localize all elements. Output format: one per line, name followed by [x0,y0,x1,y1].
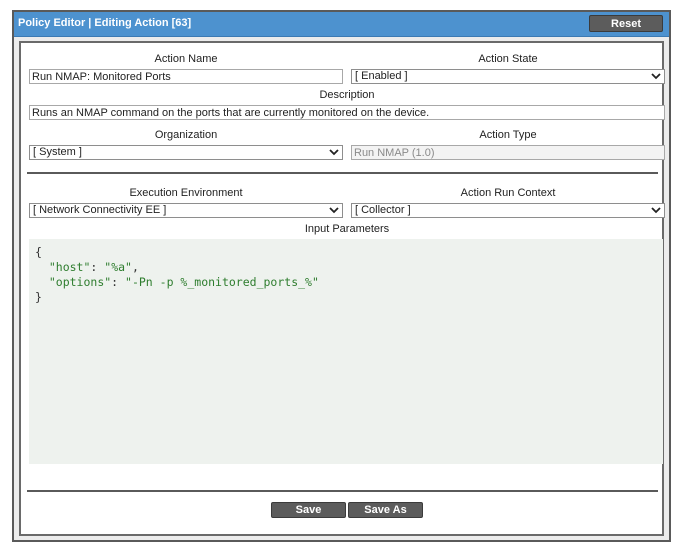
input-parameters-label: Input Parameters [304,223,390,235]
action-state-label: Action State [478,53,538,65]
code-value: "%a" [104,260,132,274]
chevron-down-icon [329,207,339,214]
action-run-context-select[interactable]: [ Collector ] [351,203,665,218]
section-divider [27,172,658,174]
footer-divider [27,490,658,492]
action-state-value: [ Enabled ] [355,70,408,82]
save-button[interactable]: Save [271,502,346,518]
code-separator: : [90,260,105,274]
code-value: "-Pn -p %_monitored_ports_%" [125,275,319,289]
execution-environment-select[interactable]: [ Network Connectivity EE ] [29,203,343,218]
action-run-context-label: Action Run Context [460,187,556,199]
policy-editor-window: Policy Editor | Editing Action [63] Rese… [12,10,671,542]
reset-button[interactable]: Reset [589,15,663,32]
action-name-label: Action Name [154,53,218,65]
action-state-select[interactable]: [ Enabled ] [351,69,665,84]
code-open-brace: { [35,245,42,259]
organization-select[interactable]: [ System ] [29,145,343,160]
description-input[interactable] [29,105,665,120]
code-comma: , [131,260,139,274]
action-type-field [351,145,665,160]
action-type-label: Action Type [479,129,537,141]
code-key: "host" [48,260,91,274]
code-key: "options" [48,275,112,289]
execution-environment-label: Execution Environment [129,187,243,199]
window-title: Policy Editor | Editing Action [63] [18,17,192,29]
code-close-brace: } [35,290,42,304]
form-panel: Action Name Action State [ Enabled ] Des… [19,41,665,536]
description-label: Description [319,89,375,101]
action-run-context-value: [ Collector ] [355,204,411,216]
organization-value: [ System ] [33,146,82,158]
execution-environment-value: [ Network Connectivity EE ] [33,204,167,216]
title-bar: Policy Editor | Editing Action [63] Rese… [14,12,669,37]
chevron-down-icon [329,149,339,156]
chevron-down-icon [651,73,661,80]
action-name-input[interactable] [29,69,343,84]
organization-label: Organization [154,129,218,141]
chevron-down-icon [651,207,661,214]
input-parameters-editor[interactable]: { "host": "%a", "options": "-Pn -p %_mon… [29,239,663,464]
code-separator: : [111,275,126,289]
save-as-button[interactable]: Save As [348,502,423,518]
